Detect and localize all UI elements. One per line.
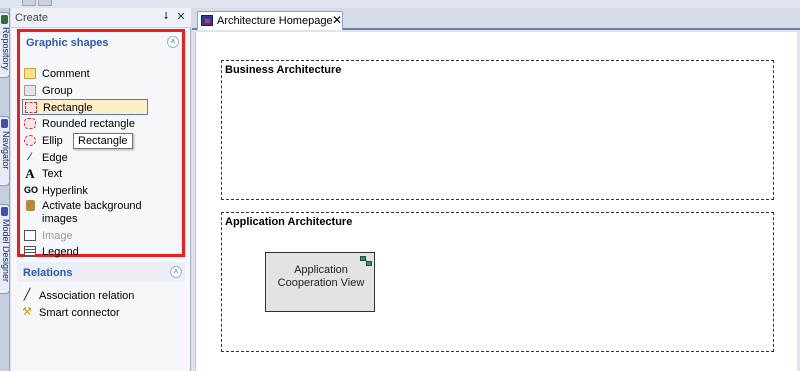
ellipse-icon [24,135,36,146]
shape-item-rectangle[interactable]: Rectangle [22,99,148,115]
model-canvas[interactable]: Business Architecture Application Archit… [195,32,797,371]
edge-icon: ⁄ [29,151,31,163]
tab-label: Architecture Homepage [217,15,333,27]
smart-connector-icon: ⚒ [22,306,32,318]
side-tab-label: Navigator [1,131,10,170]
navigator-icon [1,119,8,128]
create-panel: Create ⭣ ✕ Graphic shapes ˄ Comment Grou… [11,8,191,371]
graphic-shapes-header[interactable]: Graphic shapes ˄ [20,32,182,52]
item-label: Image [42,230,73,242]
item-label: Rounded rectangle [42,118,135,130]
app-window: Repository Navigator Model Designer Crea… [0,0,800,371]
collapse-icon[interactable]: ˄ [167,36,179,48]
text-icon: A [25,166,35,181]
panel-title: Create [15,12,49,24]
association-icon: ╱ [23,289,31,301]
item-label: Rectangle [43,102,93,114]
image-icon [24,230,36,241]
item-label: Legend [42,246,79,258]
business-architecture-area[interactable]: Business Architecture [221,60,774,200]
collapse-icon[interactable]: ˄ [170,266,182,278]
repository-icon [1,15,8,24]
rectangle-icon [25,102,37,113]
group-title: Graphic shapes [26,37,109,49]
toolbar-button[interactable] [22,0,36,6]
document-area: Architecture Homepage ✕ Business Archite… [192,8,800,371]
panel-header: Create ⭣ ✕ [11,8,191,28]
item-label: Edge [42,152,68,164]
application-architecture-area[interactable]: Application Architecture Application Coo… [221,212,774,352]
side-tab-label: Model Designer [1,219,10,283]
side-tab-navigator[interactable]: Navigator [0,116,10,186]
rounded-rectangle-icon [24,118,36,129]
item-label: Smart connector [39,307,120,319]
background-image-icon [26,200,35,211]
model-designer-icon [1,207,8,216]
group-title: Relations [23,267,73,279]
close-icon[interactable]: ✕ [332,13,342,27]
tab-architecture-homepage[interactable]: Architecture Homepage ✕ [197,11,343,30]
item-label: Ellip [42,135,63,147]
side-tab-model-designer[interactable]: Model Designer [0,204,10,294]
item-label: Comment [42,68,90,80]
area-title: Business Architecture [225,64,342,76]
item-label: Association relation [39,290,135,302]
object-label: Application Cooperation View [277,264,365,289]
pin-icon[interactable]: ⭣ [161,11,171,23]
item-label: Activate background images [42,200,142,225]
folder-icon [24,68,36,79]
tooltip: Rectangle [73,133,133,149]
area-title: Application Architecture [225,216,353,228]
side-tab-strip: Repository Navigator Model Designer [0,8,10,371]
application-cooperation-view-object[interactable]: Application Cooperation View [265,252,375,312]
model-icon [201,15,213,26]
folder-gray-icon [24,85,36,96]
item-label: Group [42,85,73,97]
top-toolbar-strip [0,0,800,8]
toolbar-button[interactable] [38,0,52,6]
legend-icon [24,246,36,257]
hyperlink-icon: GO [24,185,39,195]
close-icon[interactable]: ✕ [176,11,186,23]
relations-header[interactable]: Relations ˄ [17,262,185,282]
document-tab-bar: Architecture Homepage ✕ [192,8,800,30]
side-tab-repository[interactable]: Repository [0,12,10,78]
side-tab-label: Repository [1,27,10,71]
item-label: Hyperlink [42,185,88,197]
relations-group: Relations ˄ ╱ Association relation ⚒ Sma… [17,262,185,322]
item-label: Text [42,168,63,180]
